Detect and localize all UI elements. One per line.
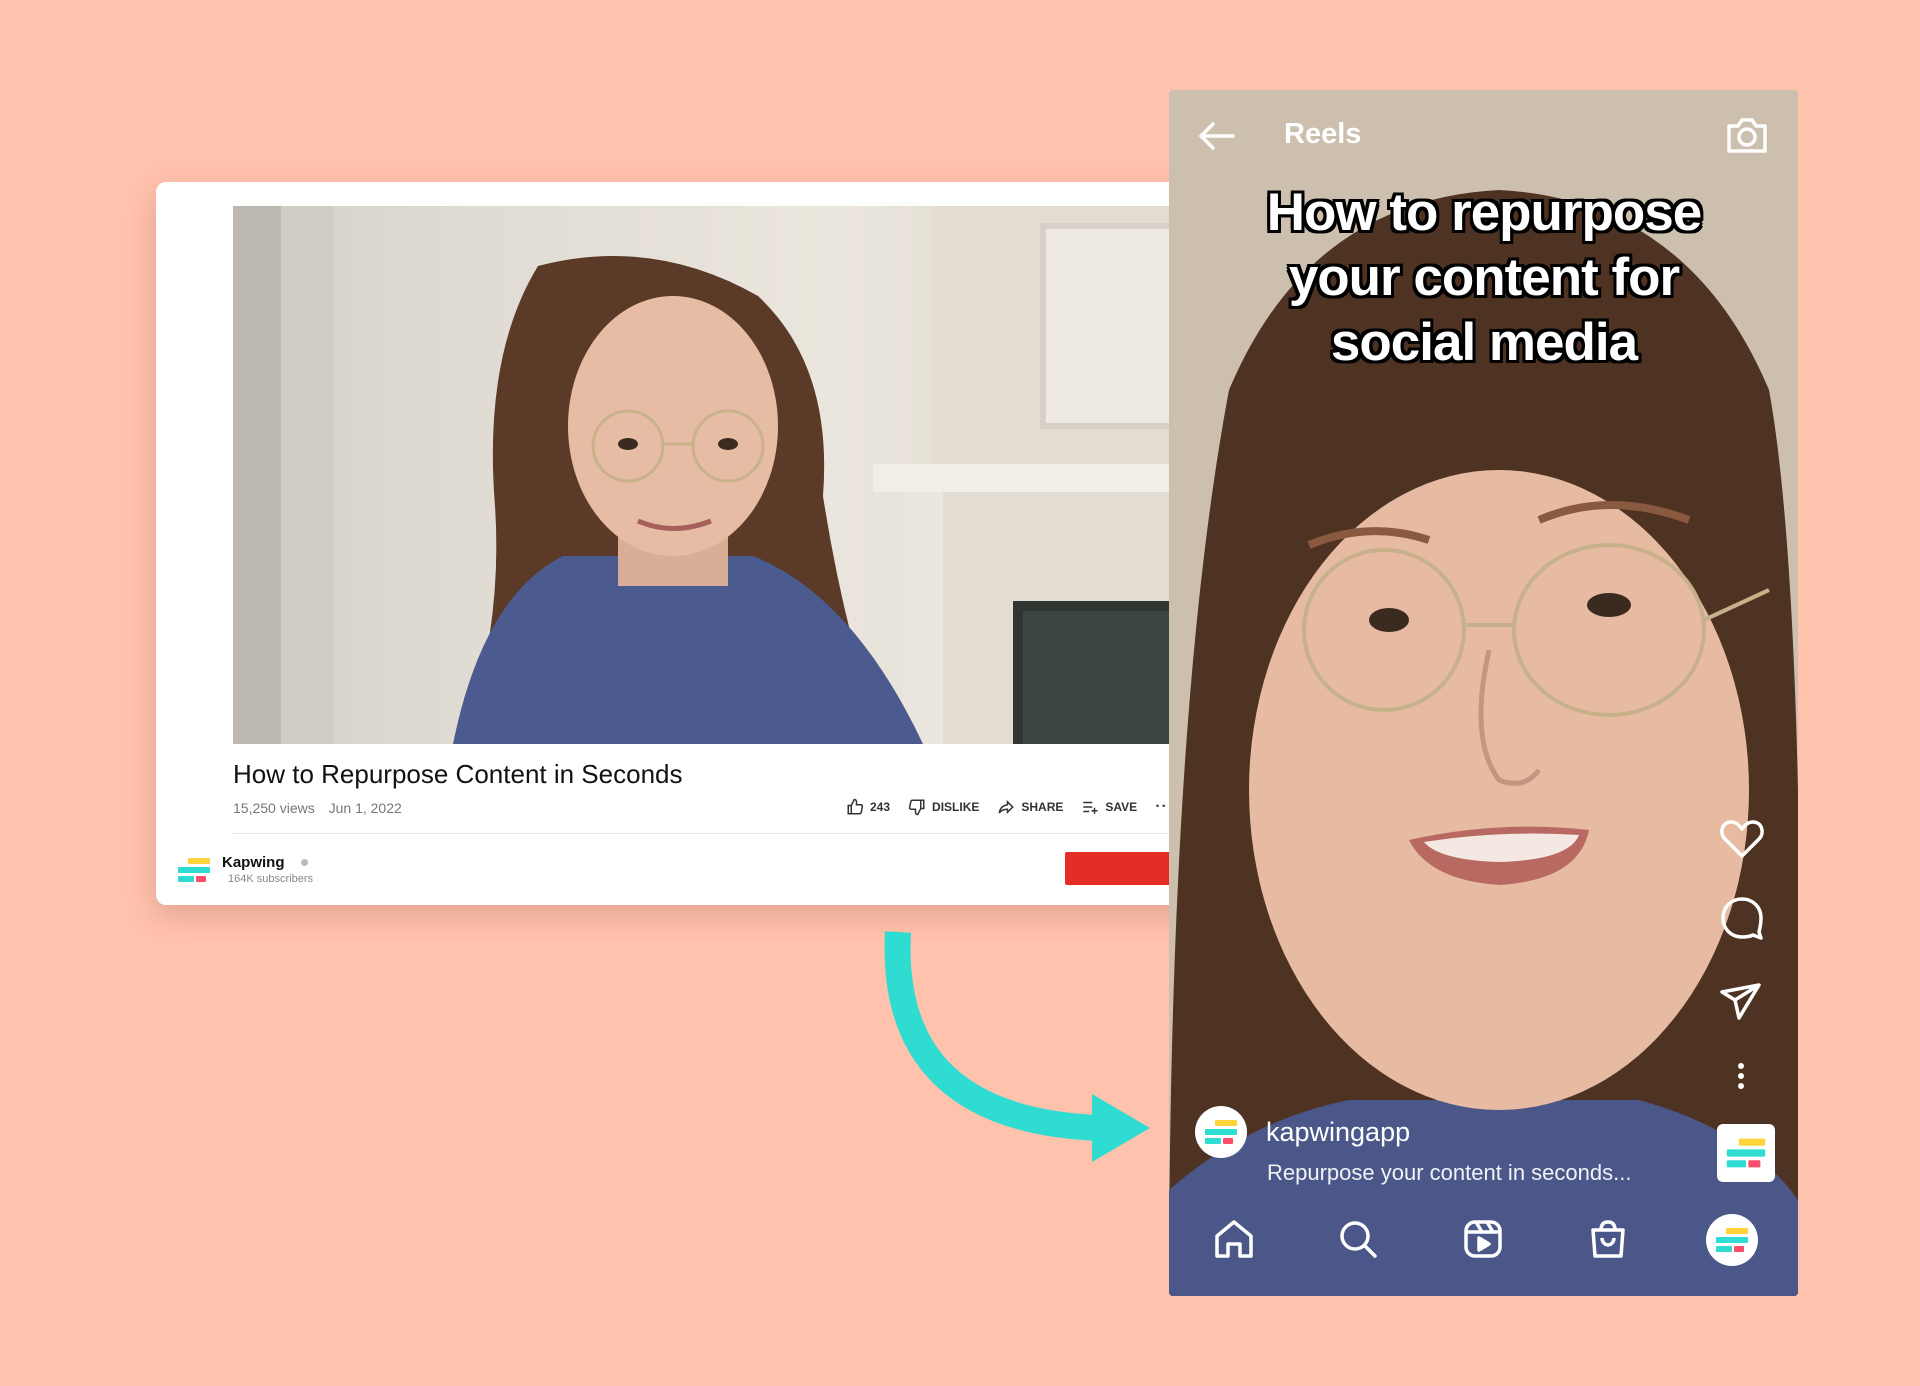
subscriber-count: 164K subscribers: [228, 873, 313, 885]
channel-text: Kapwing 164K subscribers: [222, 854, 313, 885]
reels-header: Reels: [1169, 90, 1798, 186]
save-button[interactable]: SAVE: [1081, 798, 1137, 816]
home-icon[interactable]: [1213, 1218, 1255, 1260]
video-title: How to Repurpose Content in Seconds: [233, 759, 683, 789]
audio-thumbnail[interactable]: [1717, 1124, 1775, 1182]
share-label: SHARE: [1021, 800, 1064, 814]
kapwing-logo-icon: [1726, 1138, 1766, 1168]
channel-info[interactable]: Kapwing 164K subscribers: [176, 854, 313, 885]
shop-icon[interactable]: [1587, 1218, 1629, 1260]
profile-avatar-button[interactable]: [1706, 1214, 1758, 1266]
thumbs-down-icon: [908, 799, 925, 816]
search-icon[interactable]: [1337, 1218, 1379, 1260]
send-icon[interactable]: [1719, 982, 1763, 1022]
upload-date: Jun 1, 2022: [328, 800, 402, 816]
like-count: 243: [870, 800, 891, 814]
video-meta: 15,250 views Jun 1, 2022: [233, 800, 402, 816]
reels-user-info[interactable]: kapwingapp: [1195, 1106, 1410, 1158]
kapwing-logo-icon: [178, 857, 210, 882]
reels-screen: Reels How to repurpose your content for …: [1169, 90, 1798, 1296]
playlist-add-icon: [1083, 801, 1098, 814]
dislike-label: DISLIKE: [932, 800, 980, 814]
dislike-button[interactable]: DISLIKE: [908, 798, 979, 816]
reels-bottom-nav: [1169, 1214, 1798, 1284]
channel-name: Kapwing: [222, 854, 285, 871]
youtube-card: How to Repurpose Content in Seconds 15,2…: [156, 182, 1259, 905]
reels-description[interactable]: Repurpose your content in seconds...: [1267, 1160, 1631, 1186]
video-actions: 243 DISLIKE SHARE SAVE ···: [846, 794, 1174, 820]
share-icon: [998, 799, 1015, 815]
thumbs-up-icon: [847, 798, 864, 815]
like-button[interactable]: 243: [846, 798, 890, 816]
verified-dot-icon: [300, 859, 308, 866]
more-vertical-icon[interactable]: [1737, 1062, 1745, 1090]
reels-username: kapwingapp: [1266, 1116, 1411, 1147]
comment-icon[interactable]: [1719, 896, 1765, 940]
back-arrow-icon[interactable]: [1197, 120, 1237, 152]
view-count: 15,250 views: [233, 800, 315, 816]
reels-avatar: [1195, 1106, 1247, 1158]
reels-header-title: Reels: [1284, 118, 1362, 150]
reels-side-actions: [1719, 90, 1789, 1296]
kapwing-logo-icon: [1716, 1228, 1748, 1252]
share-button[interactable]: SHARE: [997, 798, 1063, 816]
kapwing-logo-icon: [1205, 1120, 1237, 1144]
reels-icon[interactable]: [1462, 1218, 1504, 1260]
save-label: SAVE: [1105, 800, 1138, 814]
reels-caption: How to repurpose your content for social…: [1266, 183, 1703, 372]
video-frame-illustration: [233, 206, 1189, 744]
channel-name-row: Kapwing: [222, 854, 313, 871]
heart-icon[interactable]: [1719, 818, 1765, 860]
youtube-video-player[interactable]: [233, 206, 1189, 744]
divider: [233, 833, 1189, 834]
